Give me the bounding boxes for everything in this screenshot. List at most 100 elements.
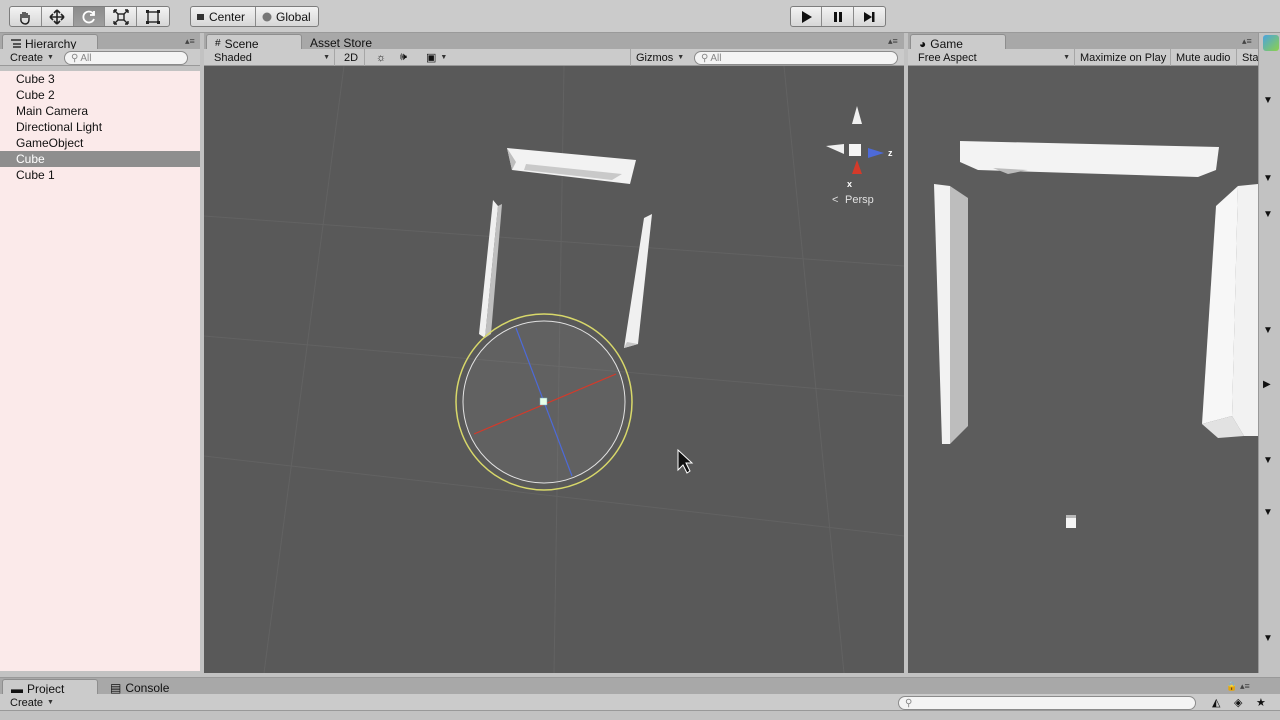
tab-game[interactable]: ◕ Game xyxy=(910,34,1006,51)
foldout-arrow-icon[interactable]: ▶ xyxy=(1263,379,1271,390)
lighting-toggle[interactable]: ☼ xyxy=(370,51,386,64)
hierarchy-search-input[interactable]: ⚲ All xyxy=(64,51,188,65)
mute-label: Mute audio xyxy=(1176,51,1231,64)
rect-tool-button[interactable] xyxy=(137,7,169,26)
gizmos-label: Gizmos xyxy=(636,51,674,64)
stats-toggle[interactable]: Sta xyxy=(1236,51,1259,64)
maximize-on-play-toggle[interactable]: Maximize on Play xyxy=(1074,51,1166,64)
rotate-tool-button[interactable] xyxy=(73,7,106,26)
game-tabbar: ◕ Game ▴≡ xyxy=(908,33,1258,51)
center-pivot-icon xyxy=(197,13,204,20)
inspector-panel: ▼ ▼ ▼ ▼ ▶ ▼ ▼ ▼ xyxy=(1258,33,1280,673)
persp-label: Persp xyxy=(845,194,874,206)
maximize-label: Maximize on Play xyxy=(1080,51,1167,64)
rotate-gizmo[interactable] xyxy=(455,313,633,491)
game-viewport[interactable] xyxy=(908,66,1258,673)
foldout-arrow-icon[interactable]: ▼ xyxy=(1263,209,1273,220)
panel-menu-icon[interactable]: ▴≡ xyxy=(1242,36,1252,47)
project-tabbar: ▬ Project ▤ Console 🔒 ▴≡ xyxy=(0,678,1280,696)
audio-toggle[interactable]: 🕪 xyxy=(394,51,407,64)
stats-label: Sta xyxy=(1242,51,1259,64)
2d-toggle[interactable]: 2D xyxy=(338,51,358,64)
foldout-arrow-icon[interactable]: ▼ xyxy=(1263,507,1273,518)
gizmos-dropdown[interactable]: Gizmos ▼ xyxy=(630,51,684,64)
gizmo-z-label: z xyxy=(888,148,893,158)
tab-console[interactable]: ▤ Console xyxy=(102,679,178,695)
hierarchy-item[interactable]: Cube 3 xyxy=(0,71,200,87)
scene-tabbar: # Scene Asset Store ▴≡ xyxy=(204,33,904,51)
pivot-label: Center xyxy=(209,9,246,24)
step-button[interactable] xyxy=(854,7,885,26)
create-dropdown[interactable]: Create ▼ xyxy=(4,51,54,64)
game-small-cube xyxy=(1066,515,1076,528)
cube-left-wall[interactable] xyxy=(479,200,502,338)
create-dropdown[interactable]: Create ▼ xyxy=(4,696,54,709)
persp-arrow-icon: < xyxy=(832,194,838,206)
play-controls xyxy=(790,6,886,27)
scene-viewport[interactable]: z x < Persp xyxy=(204,66,904,673)
create-label: Create xyxy=(10,51,44,64)
space-global-button[interactable]: Global xyxy=(256,7,318,26)
2d-label: 2D xyxy=(344,51,359,64)
effects-dropdown[interactable]: ▣ ▼ xyxy=(420,51,447,64)
play-icon xyxy=(802,10,813,23)
sun-icon: ☼ xyxy=(376,51,387,64)
move-icon xyxy=(49,8,65,25)
scene-toolbar: Shaded ▼ 2D ☼ 🕪 ▣ ▼ Gizmos ▼ ⚲ All xyxy=(204,49,904,66)
tab-hierarchy[interactable]: Hierarchy xyxy=(2,34,98,51)
game-top-wall xyxy=(960,141,1219,177)
project-panel: ▬ Project ▤ Console 🔒 ▴≡ Create ▼ ⚲ ◭ ◈ ★ xyxy=(0,677,1280,720)
foldout-arrow-icon[interactable]: ▼ xyxy=(1263,95,1273,106)
search-placeholder: All xyxy=(710,52,722,64)
hierarchy-tabbar: Hierarchy ▴≡ xyxy=(0,33,200,51)
mute-audio-toggle[interactable]: Mute audio xyxy=(1170,51,1230,64)
game-right-wall xyxy=(1202,184,1258,438)
hierarchy-item[interactable]: Main Camera xyxy=(0,103,200,119)
hierarchy-item[interactable]: Cube xyxy=(0,151,200,167)
foldout-arrow-icon[interactable]: ▼ xyxy=(1263,173,1273,184)
hierarchy-item[interactable]: Cube 2 xyxy=(0,87,200,103)
search-icon: ⚲ xyxy=(71,52,79,64)
hierarchy-item[interactable]: Cube 1 xyxy=(0,167,200,183)
foldout-arrow-icon[interactable]: ▼ xyxy=(1263,325,1273,336)
hierarchy-item[interactable]: GameObject xyxy=(0,135,200,151)
rotate-icon xyxy=(82,10,95,23)
panel-menu-icon[interactable]: ▴≡ xyxy=(888,36,898,47)
foldout-arrow-icon[interactable]: ▼ xyxy=(1263,633,1273,644)
game-canvas xyxy=(934,141,1258,528)
move-tool-button[interactable] xyxy=(42,7,74,26)
aspect-dropdown[interactable]: Free Aspect ▼ xyxy=(912,51,1070,64)
star-icon[interactable]: ★ xyxy=(1256,696,1266,709)
hand-tool-button[interactable] xyxy=(10,7,42,26)
hand-icon xyxy=(20,11,31,25)
panel-menu-icon[interactable]: ▴≡ xyxy=(185,36,195,47)
scale-tool-button[interactable] xyxy=(105,7,138,26)
scene-search-input[interactable]: ⚲ All xyxy=(694,51,898,65)
cube-right-wall[interactable] xyxy=(624,214,652,348)
project-search-input[interactable]: ⚲ xyxy=(898,696,1196,710)
caret-down-icon: ▼ xyxy=(47,54,54,61)
pause-button[interactable] xyxy=(822,7,854,26)
tab-asset-store[interactable]: Asset Store xyxy=(302,34,381,50)
pivot-center-button[interactable]: Center xyxy=(191,7,256,26)
orientation-gizmo[interactable]: z x < Persp xyxy=(826,106,893,206)
label-tag-icon[interactable]: ◈ xyxy=(1234,696,1242,709)
panel-menu-icon[interactable]: ▴≡ xyxy=(1240,681,1250,692)
shading-label: Shaded xyxy=(214,51,252,64)
tab-scene[interactable]: # Scene xyxy=(206,34,302,51)
console-icon: ▤ xyxy=(110,681,122,695)
shading-dropdown[interactable]: Shaded ▼ xyxy=(208,51,330,64)
grid-icon: # xyxy=(215,38,221,49)
unity-editor: Center Global Hierarchy ▴≡ Create ▼ ⚲ Al… xyxy=(0,0,1280,720)
filter-type-icon[interactable]: ◭ xyxy=(1212,696,1220,709)
lock-icon[interactable]: 🔒 xyxy=(1226,681,1237,692)
caret-down-icon: ▼ xyxy=(47,699,54,706)
separator xyxy=(364,49,365,66)
play-button[interactable] xyxy=(791,7,823,26)
hierarchy-item[interactable]: Directional Light xyxy=(0,119,200,135)
tab-project[interactable]: ▬ Project xyxy=(2,679,98,696)
cube-top-wall[interactable] xyxy=(507,148,636,184)
foldout-arrow-icon[interactable]: ▼ xyxy=(1263,455,1273,466)
space-label: Global xyxy=(275,9,311,24)
separator xyxy=(334,49,335,66)
